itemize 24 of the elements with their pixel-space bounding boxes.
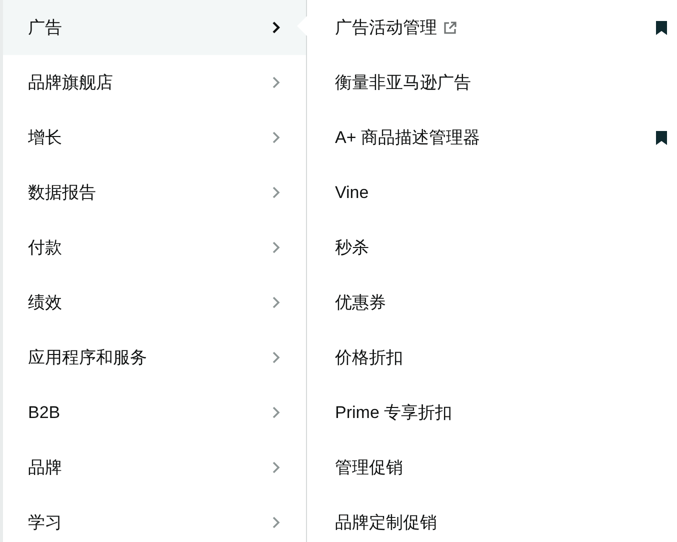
- chevron-right-icon: [272, 461, 280, 474]
- submenu-link[interactable]: A+ 商品描述管理器: [335, 124, 480, 150]
- submenu-link[interactable]: 价格折扣: [335, 344, 403, 370]
- chevron-right-icon: [272, 351, 280, 364]
- chevron-right-icon: [272, 296, 280, 309]
- chevron-right-icon: [272, 131, 280, 144]
- chevron-right-icon: [272, 186, 280, 199]
- submenu-link[interactable]: 广告活动管理: [335, 14, 437, 40]
- submenu-link[interactable]: 优惠券: [335, 290, 386, 316]
- submenu-link[interactable]: 秒杀: [335, 234, 369, 260]
- pointer-notch: [297, 16, 307, 36]
- chevron-right-icon: [272, 21, 280, 34]
- chevron-right-icon: [272, 516, 280, 529]
- chevron-right-icon: [272, 406, 280, 419]
- chevron-right-icon: [272, 76, 280, 89]
- menu-item[interactable]: 广告: [3, 0, 306, 55]
- submenu-link[interactable]: Prime 专享折扣: [335, 400, 452, 426]
- submenu-link[interactable]: 管理促销: [335, 454, 403, 480]
- chevron-right-icon: [272, 241, 280, 254]
- bookmark-icon[interactable]: [656, 20, 667, 34]
- submenu-link[interactable]: Vine: [335, 180, 369, 206]
- submenu-link[interactable]: 衡量非亚马逊广告: [335, 70, 471, 96]
- bookmark-icon[interactable]: [656, 130, 667, 144]
- submenu-link[interactable]: 品牌定制促销: [335, 510, 437, 536]
